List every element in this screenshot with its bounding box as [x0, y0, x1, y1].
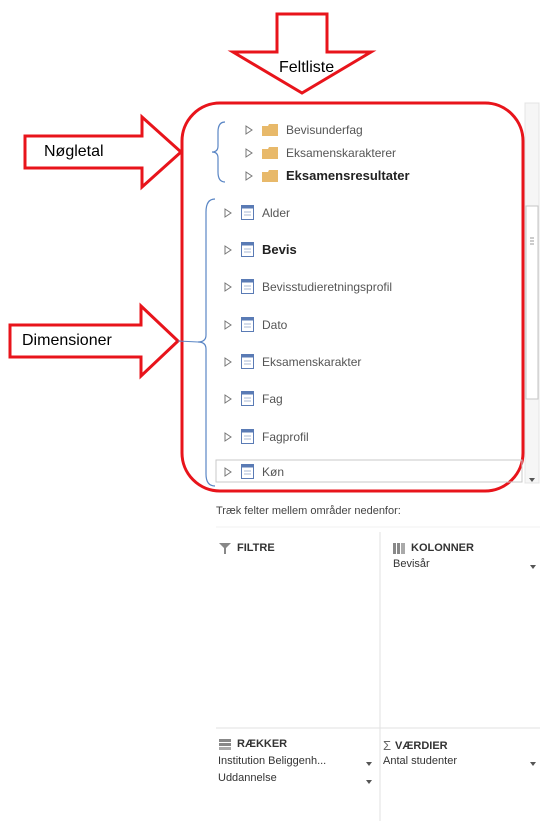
- columns-icon: [393, 542, 405, 554]
- dropdown-arrow-icon[interactable]: [530, 762, 536, 766]
- rows-icon: [219, 738, 231, 750]
- table-icon: [241, 429, 254, 444]
- table-icon: [241, 279, 254, 294]
- dimension-label: Fag: [262, 391, 283, 406]
- dimension-item[interactable]: Dato: [223, 317, 287, 332]
- filter-icon: [219, 542, 231, 554]
- columns-area-title: KOLONNER: [411, 542, 474, 554]
- expand-triangle-icon[interactable]: [223, 207, 233, 218]
- feltliste-label: Feltliste: [279, 59, 335, 76]
- dropdown-arrow-icon[interactable]: [366, 762, 372, 766]
- expand-triangle-icon[interactable]: [223, 431, 233, 442]
- expand-triangle-icon[interactable]: [223, 393, 233, 404]
- columns-area-header[interactable]: KOLONNER: [393, 542, 474, 554]
- expand-triangle-icon[interactable]: [223, 319, 233, 330]
- expand-triangle-icon[interactable]: [223, 244, 233, 255]
- dimension-label: Bevisstudieretningsprofil: [262, 279, 393, 294]
- scrollbar-thumb: [525, 205, 539, 400]
- dimension-label: Fagprofil: [262, 429, 309, 444]
- measure-group-item[interactable]: Eksamenskarakterer: [244, 146, 396, 160]
- table-icon: [241, 242, 254, 257]
- measure-group-label: Bevisunderfag: [286, 123, 363, 137]
- dropdown-arrow-icon[interactable]: [530, 565, 536, 569]
- drag-hint: Træk felter mellem områder nedenfor:: [216, 505, 401, 517]
- nogletal-bracket: [211, 121, 226, 183]
- dimension-item[interactable]: Køn: [223, 464, 284, 479]
- rows-area-header[interactable]: RÆKKER: [219, 738, 287, 750]
- expand-triangle-icon[interactable]: [223, 466, 233, 477]
- folder-icon: [262, 147, 278, 159]
- nogletal-label: Nøgletal: [44, 143, 104, 160]
- rows-field-item[interactable]: Institution Beliggenh...: [218, 755, 326, 767]
- expand-triangle-icon[interactable]: [244, 170, 254, 181]
- dimension-item[interactable]: Fag: [223, 391, 283, 406]
- table-icon: [241, 464, 254, 479]
- dimension-item[interactable]: Alder: [223, 205, 290, 220]
- filters-area-title: FILTRE: [237, 542, 275, 554]
- table-icon: [241, 391, 254, 406]
- folder-icon: [262, 169, 278, 182]
- table-icon: [241, 205, 254, 220]
- dimensioner-label: Dimensioner: [22, 332, 112, 349]
- dimensioner-bracket: [197, 198, 216, 487]
- dimension-label: Eksamenskarakter: [262, 354, 362, 369]
- dimension-label: Alder: [262, 205, 291, 220]
- table-icon: [241, 317, 254, 332]
- sigma-icon: Σ: [383, 738, 392, 753]
- expand-triangle-icon[interactable]: [244, 125, 254, 135]
- values-area-header[interactable]: Σ VÆRDIER: [383, 738, 448, 753]
- values-field-item[interactable]: Antal studenter: [383, 755, 457, 767]
- expand-triangle-icon[interactable]: [223, 281, 233, 292]
- filters-area-header[interactable]: FILTRE: [219, 542, 275, 554]
- table-icon: [241, 354, 254, 369]
- values-area-title: VÆRDIER: [395, 739, 448, 752]
- rows-area-title: RÆKKER: [237, 738, 288, 750]
- feltliste-arrow: [227, 12, 377, 95]
- columns-field-item[interactable]: Bevisår: [393, 558, 430, 570]
- measure-group-label: Eksamenskarakterer: [286, 146, 397, 160]
- dropdown-arrow-icon[interactable]: [366, 780, 372, 784]
- expand-triangle-icon[interactable]: [223, 356, 233, 367]
- measure-group-item[interactable]: Bevisunderfag: [244, 123, 363, 137]
- dimension-label: Dato: [262, 317, 288, 332]
- folder-icon: [262, 124, 278, 136]
- expand-triangle-icon[interactable]: [244, 148, 254, 158]
- measure-group-item[interactable]: Eksamensresultater: [244, 168, 410, 183]
- dimension-label: Bevis: [262, 242, 297, 257]
- dimension-item[interactable]: Bevisstudieretningsprofil: [223, 279, 392, 294]
- rows-field-item[interactable]: Uddannelse: [218, 772, 277, 784]
- dimension-item[interactable]: Eksamenskarakter: [223, 354, 361, 369]
- dimension-label: Køn: [262, 464, 285, 479]
- dimension-item[interactable]: Fagprofil: [223, 429, 309, 444]
- dimension-item[interactable]: Bevis: [223, 242, 297, 257]
- measure-group-label: Eksamensresultater: [286, 168, 410, 183]
